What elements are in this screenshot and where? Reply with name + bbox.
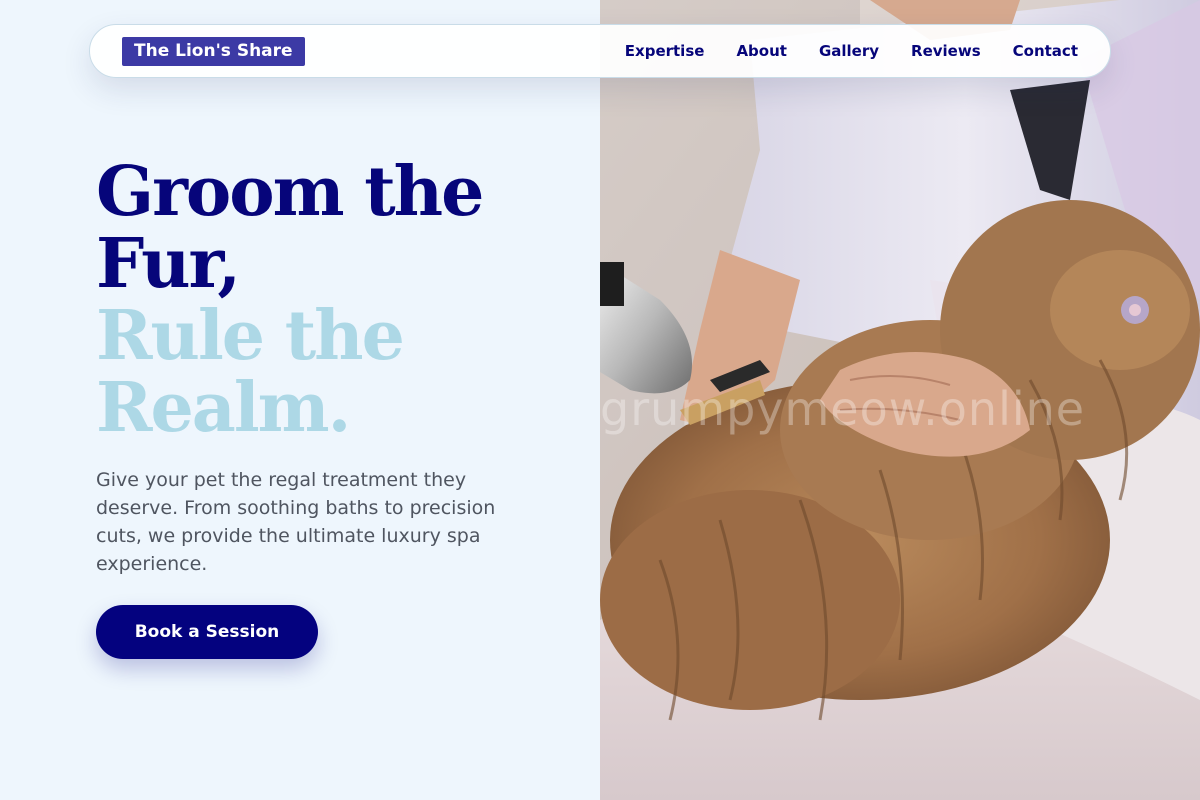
nav-menu: Expertise About Gallery Reviews Contact [625,42,1078,60]
hero-description: Give your pet the regal treatment they d… [96,469,496,575]
top-navbar: The Lion's Share Expertise About Gallery… [89,24,1111,78]
headline-line-2: Fur, [96,224,241,304]
nav-link-about[interactable]: About [736,42,787,60]
headline-line-4: Realm. [96,368,351,448]
book-session-button[interactable]: Book a Session [96,605,318,659]
hero-headline: Groom the Fur, Rule the Realm. [96,152,484,448]
hero-section: Groom the Fur, Rule the Realm. Give your… [0,0,600,800]
headline-line-1: Groom the [96,152,484,232]
nav-link-gallery[interactable]: Gallery [819,42,879,60]
nav-link-contact[interactable]: Contact [1013,42,1078,60]
site-logo[interactable]: The Lion's Share [122,36,305,66]
headline-line-3: Rule the [96,296,405,376]
image-watermark: grumpymeow.online [600,382,1086,436]
nav-link-expertise[interactable]: Expertise [625,42,705,60]
hero-photo: grumpymeow.online [600,0,1200,800]
nav-link-reviews[interactable]: Reviews [911,42,981,60]
